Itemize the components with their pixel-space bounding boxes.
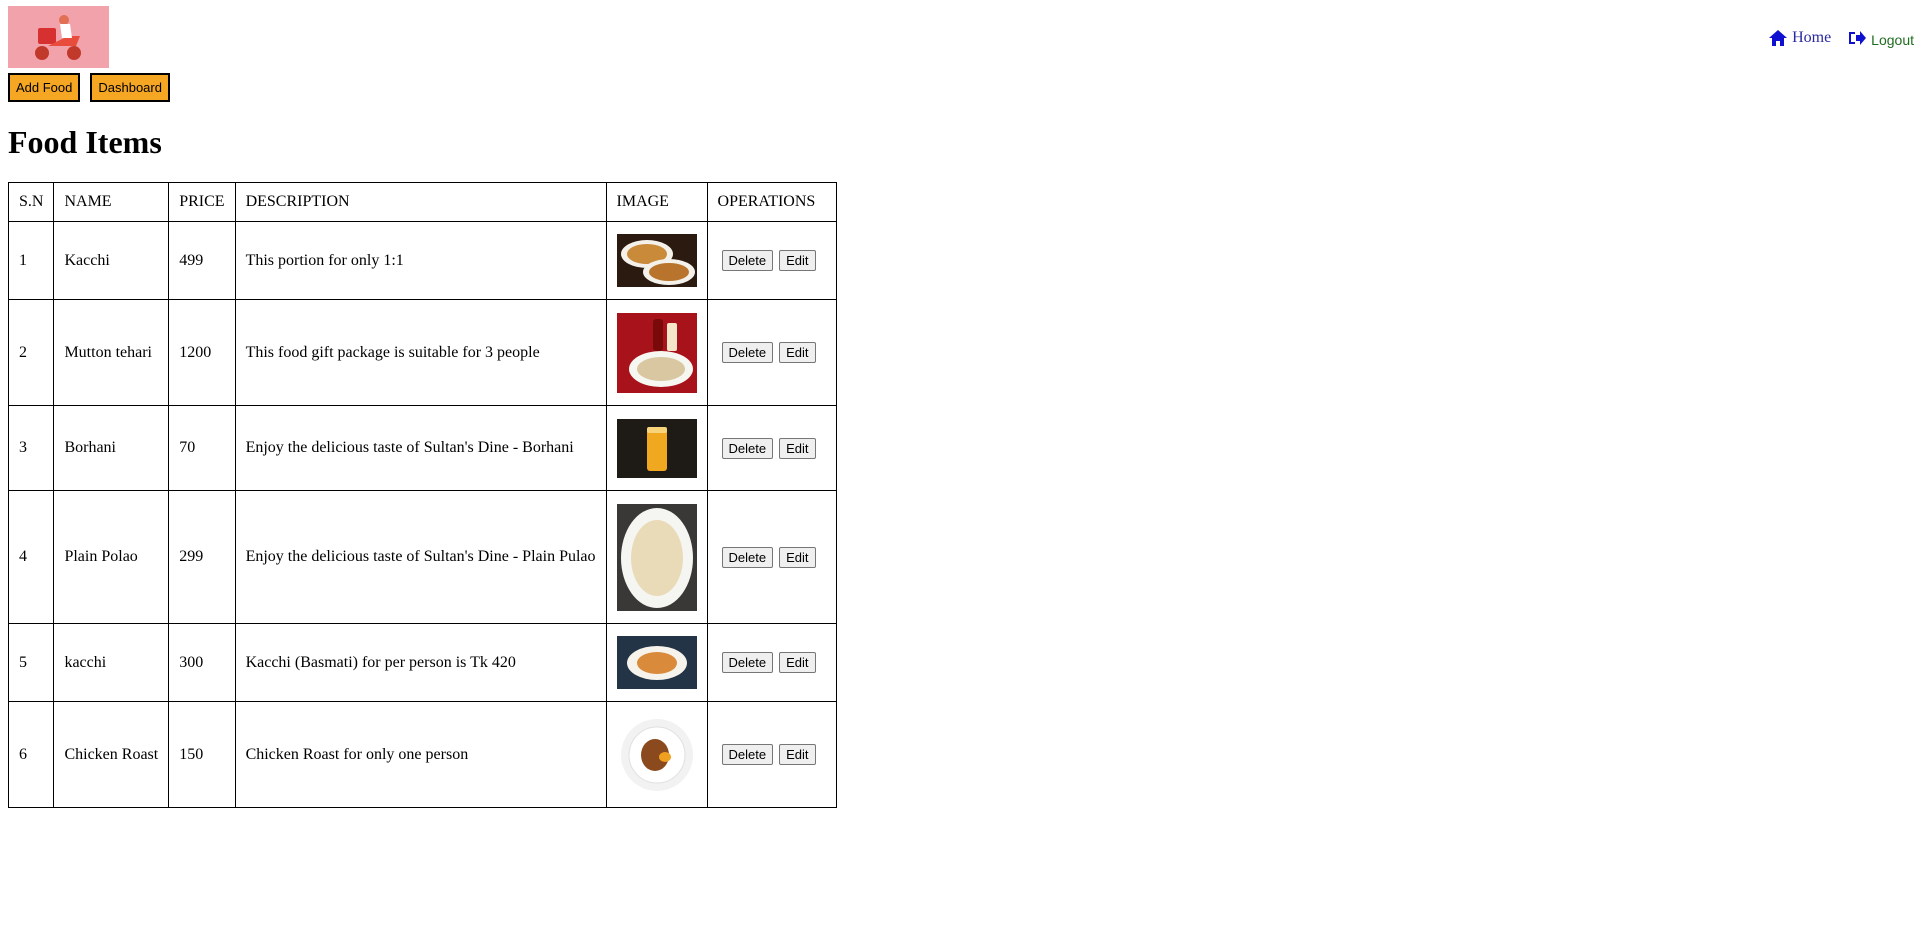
cell-sn: 4 — [7, 490, 55, 624]
cell-operations: Delete Edit — [706, 490, 837, 624]
cell-image — [605, 623, 708, 702]
edit-button[interactable]: Edit — [779, 250, 816, 271]
logout-icon — [1849, 31, 1867, 45]
borhani-glass-image — [616, 418, 697, 478]
cell-price: 70 — [168, 405, 236, 491]
edit-button[interactable]: Edit — [779, 437, 816, 459]
top-nav: Home Logout — [1768, 28, 1914, 48]
cell-image — [605, 299, 708, 406]
table-row: 3 Borhani 70 Enjoy the delicious taste o… — [7, 405, 837, 491]
edit-button[interactable]: Edit — [779, 744, 816, 765]
page-title: Food Items — [8, 124, 162, 160]
add-food-button[interactable]: Add Food — [8, 73, 81, 102]
kacchi-plate-image — [616, 636, 697, 689]
cell-name: Chicken Roast — [53, 701, 170, 808]
cell-price: 300 — [168, 623, 236, 702]
header-image: IMAGE — [605, 182, 708, 222]
dashboard-button[interactable]: Dashboard — [90, 73, 170, 102]
site-logo — [8, 6, 109, 68]
cell-name: Plain Polao — [53, 490, 170, 624]
table-row: 1 Kacchi 499 This portion for only 1:1 D… — [7, 221, 837, 300]
table-row: 2 Mutton tehari 1200 This food gift pack… — [7, 299, 837, 406]
table-row: 5 kacchi 300 Kacchi (Basmati) for per pe… — [7, 623, 837, 702]
edit-button[interactable]: Edit — [779, 652, 816, 673]
home-link[interactable]: Home — [1768, 29, 1831, 47]
cell-name: Borhani — [53, 405, 170, 491]
cell-operations: Delete Edit — [706, 221, 837, 300]
cell-operations: Delete Edit — [706, 623, 837, 702]
table-row: 4 Plain Polao 299 Enjoy the delicious ta… — [7, 490, 837, 624]
food-items-table: S.N NAME PRICE DESCRIPTION IMAGE OPERATI… — [7, 182, 837, 808]
delete-button[interactable]: Delete — [721, 250, 774, 271]
logout-link[interactable]: Logout — [1847, 28, 1914, 48]
cell-description: Enjoy the delicious taste of Sultan's Di… — [234, 405, 607, 491]
cell-sn: 2 — [7, 299, 55, 406]
table-row: 6 Chicken Roast 150 Chicken Roast for on… — [7, 701, 837, 808]
cell-description: Enjoy the delicious taste of Sultan's Di… — [234, 490, 607, 624]
delete-button[interactable]: Delete — [721, 437, 774, 459]
cell-name: Mutton tehari — [53, 299, 170, 406]
cell-name: Kacchi — [53, 221, 170, 300]
cell-sn: 3 — [7, 405, 55, 491]
header-price: PRICE — [168, 182, 236, 222]
cell-operations: Delete Edit — [706, 701, 837, 808]
delete-button[interactable]: Delete — [721, 342, 774, 363]
polao-plate-image — [616, 503, 697, 611]
cell-description: Kacchi (Basmati) for per person is Tk 42… — [234, 623, 607, 702]
chicken-roast-plate-image — [616, 714, 697, 795]
cell-price: 1200 — [168, 299, 236, 406]
edit-button[interactable]: Edit — [779, 342, 816, 363]
cell-sn: 5 — [7, 623, 55, 702]
delete-button[interactable]: Delete — [721, 546, 774, 568]
cell-price: 299 — [168, 490, 236, 624]
cell-image — [605, 490, 708, 624]
header-sn: S.N — [7, 182, 55, 222]
home-icon — [1769, 30, 1788, 46]
delete-button[interactable]: Delete — [721, 744, 774, 765]
cell-image — [605, 221, 708, 300]
tehari-package-image — [616, 312, 697, 393]
cell-sn: 1 — [7, 221, 55, 300]
cell-image — [605, 405, 708, 491]
cell-price: 499 — [168, 221, 236, 300]
biryani-platter-image — [616, 234, 697, 287]
delete-button[interactable]: Delete — [721, 652, 774, 673]
header-name: NAME — [53, 182, 170, 222]
table-header-row: S.N NAME PRICE DESCRIPTION IMAGE OPERATI… — [7, 182, 837, 222]
logout-label: Logout — [1871, 32, 1914, 48]
cell-image — [605, 701, 708, 808]
header-operations: OPERATIONS — [706, 182, 837, 222]
header-description: DESCRIPTION — [234, 182, 607, 222]
cell-price: 150 — [168, 701, 236, 808]
cell-description: Chicken Roast for only one person — [234, 701, 607, 808]
edit-button[interactable]: Edit — [779, 546, 816, 568]
cell-description: This portion for only 1:1 — [234, 221, 607, 300]
cell-operations: Delete Edit — [706, 299, 837, 406]
cell-name: kacchi — [53, 623, 170, 702]
home-label: Home — [1792, 29, 1832, 46]
cell-operations: Delete Edit — [706, 405, 837, 491]
action-bar: Add Food Dashboard — [8, 73, 170, 102]
cell-description: This food gift package is suitable for 3… — [234, 299, 607, 406]
cell-sn: 6 — [7, 701, 55, 808]
